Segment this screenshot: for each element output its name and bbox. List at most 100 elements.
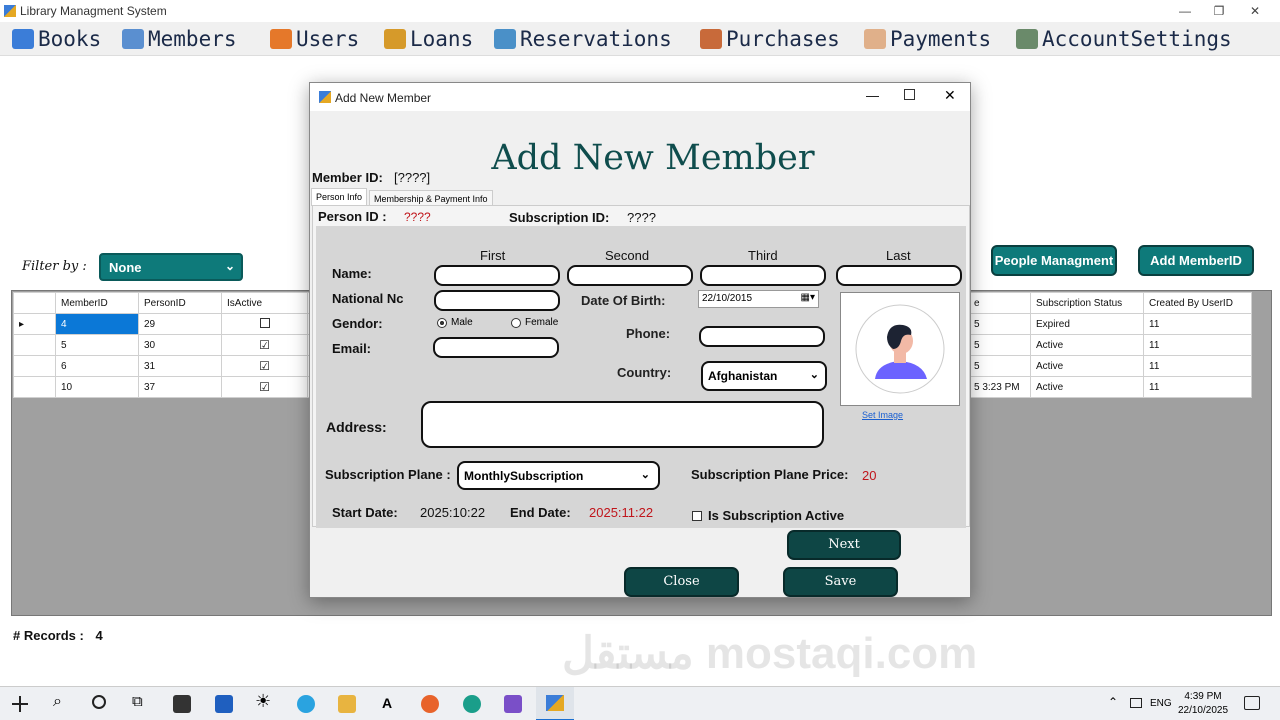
file-explorer-icon[interactable] [338, 695, 356, 713]
country-select[interactable]: Afghanistan ⌄ [701, 361, 827, 391]
radio-unchecked-icon [511, 317, 521, 328]
subscription-plan-select[interactable]: MonthlySubscription ⌄ [457, 461, 660, 490]
menu-users[interactable]: Users [270, 24, 359, 54]
people-managment-button[interactable]: People Managment [991, 245, 1117, 276]
cell-isactive[interactable] [221, 313, 308, 335]
column-header-memberid[interactable]: MemberID [55, 292, 139, 314]
address-input[interactable] [421, 401, 824, 448]
cell-memberid[interactable]: 10 [55, 376, 139, 398]
filter-label: Filter by : [22, 259, 87, 274]
chevron-down-icon: ⌄ [809, 369, 819, 381]
gender-male-radio[interactable]: Male [437, 317, 473, 328]
save-button[interactable]: Save [783, 567, 898, 597]
start-date-value: 2025:10:22 [420, 505, 486, 520]
last-name-input[interactable] [836, 265, 962, 286]
menu-payments[interactable]: Payments [864, 24, 991, 54]
cell-date[interactable]: 5 [968, 334, 1031, 356]
row-selector[interactable]: ▸ [13, 313, 56, 335]
cortana-icon[interactable] [92, 695, 106, 709]
column-header-date[interactable]: e [968, 292, 1031, 314]
email-input[interactable] [433, 337, 559, 358]
column-header-personid[interactable]: PersonID [138, 292, 222, 314]
cell-isactive[interactable]: ☑ [221, 355, 308, 377]
second-name-input[interactable] [567, 265, 693, 286]
cell-status[interactable]: Active [1030, 355, 1144, 377]
person-id-value: ???? [404, 210, 431, 224]
edge-icon[interactable] [463, 695, 481, 713]
close-button[interactable]: Close [624, 567, 739, 597]
cell-personid[interactable]: 37 [138, 376, 222, 398]
menu-account-settings[interactable]: AccountSettings [1016, 24, 1232, 54]
row-selector[interactable] [13, 376, 56, 398]
mail-icon[interactable] [173, 695, 191, 713]
checkbox[interactable] [259, 317, 270, 328]
row-selector[interactable] [13, 355, 56, 377]
filter-select[interactable]: None ⌄ [99, 253, 243, 281]
library-app-taskbar-item[interactable] [536, 687, 574, 720]
cell-memberid[interactable]: 5 [55, 334, 139, 356]
notifications-icon[interactable] [1244, 696, 1260, 710]
telegram-icon[interactable] [297, 695, 315, 713]
brightness-icon[interactable]: ☀ [255, 691, 271, 712]
clock[interactable]: 4:39 PM 22/10/2025 [1176, 690, 1230, 718]
cell-date[interactable]: 5 [968, 313, 1031, 335]
firefox-icon[interactable] [421, 695, 439, 713]
row-selector[interactable] [13, 334, 56, 356]
cell-memberid[interactable]: 6 [55, 355, 139, 377]
cell-date[interactable]: 5 3:23 PM [968, 376, 1031, 398]
font-app-icon[interactable]: A [382, 695, 392, 711]
first-name-input[interactable] [434, 265, 560, 286]
next-button[interactable]: Next [787, 530, 901, 560]
filter-select-value: None [109, 260, 142, 275]
chevron-up-icon[interactable]: ⌃ [1108, 695, 1118, 709]
dialog-title-bar: Add New Member — ✕ [310, 83, 970, 111]
cell-status[interactable]: Active [1030, 334, 1144, 356]
cell-status[interactable]: Expired [1030, 313, 1144, 335]
set-image-link[interactable]: Set Image [862, 410, 903, 420]
cell-created-by[interactable]: 11 [1143, 376, 1252, 398]
visual-studio-icon[interactable] [504, 695, 522, 713]
title-bar: Library Managment System — ❐ ✕ [0, 0, 1280, 22]
cell-memberid[interactable]: 4 [55, 313, 139, 335]
dialog-maximize-button[interactable] [904, 89, 915, 100]
cell-personid[interactable]: 29 [138, 313, 222, 335]
cell-created-by[interactable]: 11 [1143, 313, 1252, 335]
menu-purchases[interactable]: Purchases [700, 24, 840, 54]
menu-members[interactable]: Members [122, 24, 237, 54]
add-member-button[interactable]: Add MemberID [1138, 245, 1254, 276]
is-subscription-active-checkbox[interactable]: Is Subscription Active [692, 508, 844, 523]
cell-isactive[interactable]: ☑ [221, 334, 308, 356]
menu-reservations[interactable]: Reservations [494, 24, 672, 54]
cell-isactive[interactable]: ☑ [221, 376, 308, 398]
dob-picker[interactable]: 22/10/2015 ▦▾ [698, 290, 819, 308]
store-icon[interactable] [215, 695, 233, 713]
cell-date[interactable]: 5 [968, 355, 1031, 377]
task-view-icon[interactable]: ⧉ [132, 693, 143, 710]
search-icon[interactable]: ⌕ [53, 693, 62, 711]
battery-icon[interactable] [1130, 698, 1142, 708]
gender-female-radio[interactable]: Female [511, 317, 558, 328]
menu-loans[interactable]: Loans [384, 24, 473, 54]
cell-personid[interactable]: 30 [138, 334, 222, 356]
column-header-isactive[interactable]: IsActive [221, 292, 308, 314]
maximize-button[interactable]: ❐ [1204, 2, 1234, 20]
language-indicator[interactable]: ENG [1150, 698, 1172, 709]
cell-status[interactable]: Active [1030, 376, 1144, 398]
menu-books[interactable]: Books [12, 24, 101, 54]
minimize-button[interactable]: — [1170, 2, 1200, 20]
close-window-button[interactable]: ✕ [1240, 2, 1270, 20]
dialog-minimize-button[interactable]: — [866, 88, 879, 103]
cell-created-by[interactable]: 11 [1143, 355, 1252, 377]
dialog-close-button[interactable]: ✕ [944, 87, 956, 104]
phone-input[interactable] [699, 326, 825, 347]
cell-personid[interactable]: 31 [138, 355, 222, 377]
column-header-subscription-status[interactable]: Subscription Status [1030, 292, 1144, 314]
app-icon [4, 5, 16, 17]
column-header-created-by[interactable]: Created By UserID [1143, 292, 1252, 314]
third-name-input[interactable] [700, 265, 826, 286]
clock-time: 4:39 PM [1184, 691, 1222, 702]
tab-person-info[interactable]: Person Info [311, 188, 368, 206]
cell-created-by[interactable]: 11 [1143, 334, 1252, 356]
national-no-input[interactable] [434, 290, 560, 311]
start-icon[interactable] [12, 696, 28, 712]
